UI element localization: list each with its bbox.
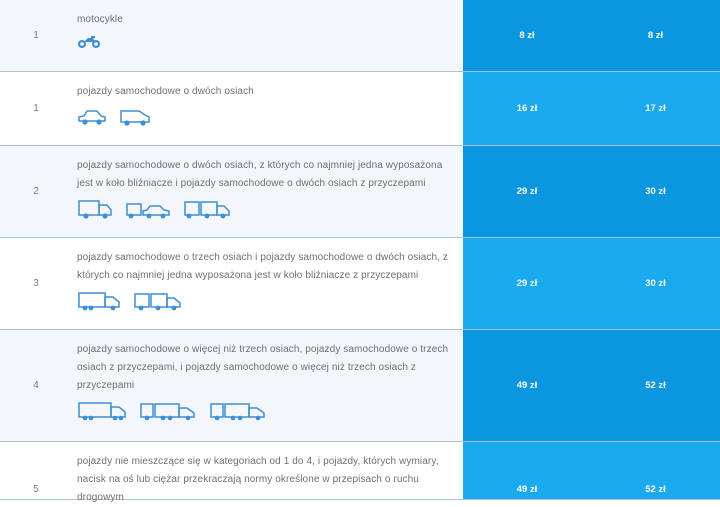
truck-three-axle-icon (77, 291, 121, 313)
row-info: 1 motocykle (0, 0, 463, 71)
truck-with-long-trailer-icon (209, 401, 267, 423)
price-cell-2: 30 zł (591, 238, 720, 329)
truck-with-trailer-icon (183, 199, 231, 221)
van-icon (119, 107, 151, 127)
description-line: pojazdy samochodowe o dwóch osiach, z kt… (77, 160, 443, 171)
category-description: pojazdy samochodowe o więcej niż trzech … (77, 341, 455, 395)
description-line: pojazdy samochodowe o trzech osiach i po… (77, 252, 449, 263)
category-description-cell: pojazdy samochodowe o trzech osiach i po… (72, 238, 463, 329)
van-with-car-trailer-icon (125, 199, 171, 221)
category-number: 1 (33, 30, 39, 41)
price-cell-1: 49 zł (463, 330, 591, 441)
price-cell-1: 8 zł (463, 0, 591, 71)
description-line: nacisk na oś lub ciężar przekraczają nor… (77, 474, 419, 485)
category-description-cell: pojazdy samochodowe o dwóch osiach, z kt… (72, 146, 463, 237)
price-cell-1: 49 zł (463, 442, 591, 499)
category-description: pojazdy samochodowe o dwóch osiach, z kt… (77, 157, 455, 193)
row-info: 5 pojazdy nie mieszczące się w kategoria… (0, 442, 463, 503)
category-number: 3 (33, 278, 39, 289)
price-cell-1: 29 zł (463, 146, 591, 237)
category-number: 5 (33, 484, 39, 495)
category-number: 1 (33, 103, 39, 114)
price-cell-2: 8 zł (591, 0, 720, 71)
price-cell-2: 30 zł (591, 146, 720, 237)
truck-two-axle-icon (77, 199, 113, 221)
table-row: 3 pojazdy samochodowe o trzech osiach i … (0, 238, 720, 330)
toll-table: 1 motocykle 8 zł 8 zł 1 pojazdy samochod… (0, 0, 720, 503)
price-cell-1: 16 zł (463, 72, 591, 145)
description-line: pojazdy nie mieszczące się w kategoriach… (77, 456, 439, 467)
category-description: pojazdy nie mieszczące się w kategoriach… (77, 453, 455, 507)
category-description-cell: pojazdy samochodowe o więcej niż trzech … (72, 330, 463, 441)
row-info: 3 pojazdy samochodowe o trzech osiach i … (0, 238, 463, 329)
table-row: 2 pojazdy samochodowe o dwóch osiach, z … (0, 146, 720, 238)
vehicle-icons (77, 401, 455, 423)
table-row: 1 pojazdy samochodowe o dwóch osiach 16 … (0, 72, 720, 146)
price-cell-2: 17 zł (591, 72, 720, 145)
category-description-cell: pojazdy samochodowe o dwóch osiach (72, 72, 463, 145)
category-description: pojazdy samochodowe o trzech osiach i po… (77, 249, 455, 285)
description-line: jest w koło bliźniacze i pojazdy samocho… (77, 178, 426, 189)
table-row: 1 motocykle 8 zł 8 zł (0, 0, 720, 72)
row-info: 4 pojazdy samochodowe o więcej niż trzec… (0, 330, 463, 441)
description-line: drogowym (77, 492, 124, 503)
row-info: 2 pojazdy samochodowe o dwóch osiach, z … (0, 146, 463, 237)
vehicle-icons (77, 107, 455, 127)
car-icon (77, 107, 107, 127)
table-row: 4 pojazdy samochodowe o więcej niż trzec… (0, 330, 720, 442)
category-description: motocykle (77, 14, 123, 25)
vehicle-icons (77, 291, 455, 313)
description-line: przyczepami (77, 380, 135, 391)
table-row: 5 pojazdy nie mieszczące się w kategoria… (0, 442, 720, 503)
category-number: 4 (33, 380, 39, 391)
truck-with-long-trailer-icon (139, 401, 197, 423)
category-description-cell: pojazdy nie mieszczące się w kategoriach… (72, 442, 463, 503)
price-cell-1: 29 zł (463, 238, 591, 329)
price-cell-2: 52 zł (591, 330, 720, 441)
vehicle-icons (77, 35, 455, 49)
description-line: osiach z przyczepami, i pojazdy samochod… (77, 362, 417, 373)
category-description-cell: motocykle (72, 0, 463, 71)
price-cell-2: 52 zł (591, 442, 720, 499)
category-number: 2 (33, 186, 39, 197)
description-line: których co najmniej jedna wyposażona jes… (77, 270, 419, 281)
row-info: 1 pojazdy samochodowe o dwóch osiach (0, 72, 463, 145)
category-description: pojazdy samochodowe o dwóch osiach (77, 86, 254, 97)
motorcycle-icon (77, 35, 101, 49)
description-line: pojazdy samochodowe o więcej niż trzech … (77, 344, 449, 355)
truck-with-trailer-icon (133, 291, 183, 313)
vehicle-icons (77, 199, 455, 221)
truck-four-axle-icon (77, 401, 127, 423)
